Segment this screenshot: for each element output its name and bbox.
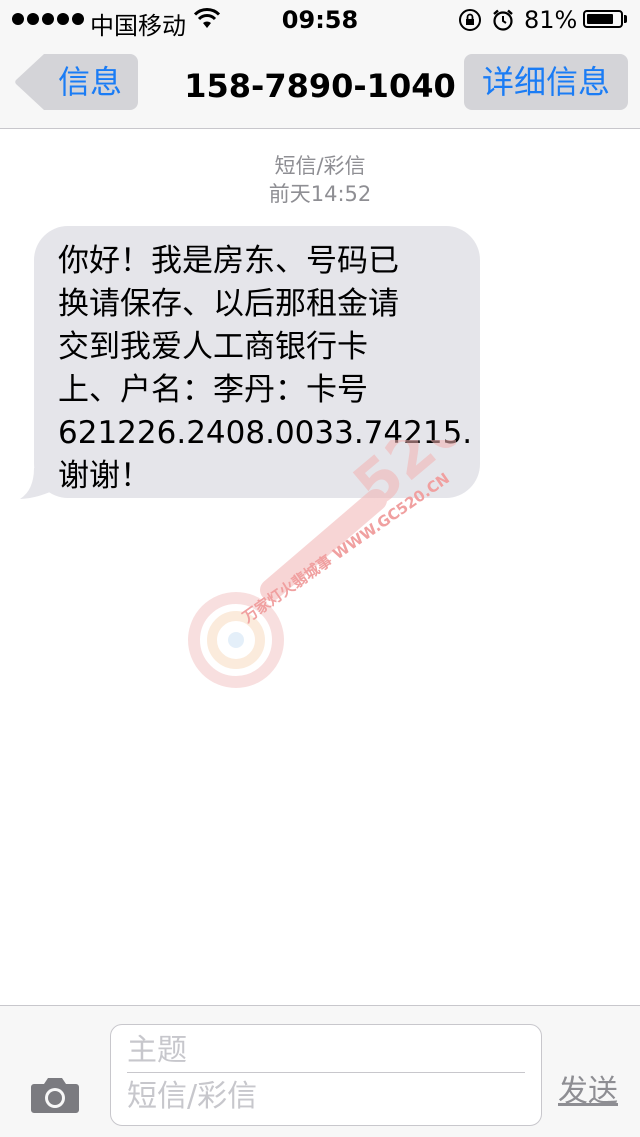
battery-level-fill <box>587 14 613 24</box>
subject-input[interactable]: 主题 <box>127 1031 187 1071</box>
battery-percent: 81% <box>524 6 578 34</box>
message-timestamp: 前天14:52 <box>268 182 372 206</box>
battery-icon <box>583 10 623 28</box>
message-line: 交到我爱人工商银行卡 <box>58 329 368 365</box>
rotation-lock-icon <box>459 9 481 31</box>
battery-cap <box>624 15 627 23</box>
input-divider <box>127 1072 525 1073</box>
message-meta: 短信/彩信 前天14:52 <box>0 152 640 208</box>
details-button-label: 详细信息 <box>481 63 610 101</box>
message-line: 上、户名：李丹：卡号 <box>58 372 368 408</box>
message-input-box[interactable]: 主题 短信/彩信 <box>110 1024 542 1126</box>
alarm-icon <box>493 9 513 31</box>
message-body-input[interactable]: 短信/彩信 <box>127 1077 257 1117</box>
message-line: 换请保存、以后那租金请 <box>58 286 399 322</box>
details-button[interactable]: 详细信息 <box>464 54 628 110</box>
navigation-bar: 信息 158-7890-1040 详细信息 <box>0 40 640 129</box>
message-type-label: 短信/彩信 <box>274 154 366 178</box>
message-line: 你好！我是房东、号码已 <box>58 243 399 279</box>
status-bar: 中国移动 09:58 81% <box>0 0 640 40</box>
camera-icon[interactable] <box>30 1074 80 1114</box>
send-button[interactable]: 发送 <box>558 1072 618 1112</box>
compose-bar: 主题 短信/彩信 发送 <box>0 1005 640 1137</box>
